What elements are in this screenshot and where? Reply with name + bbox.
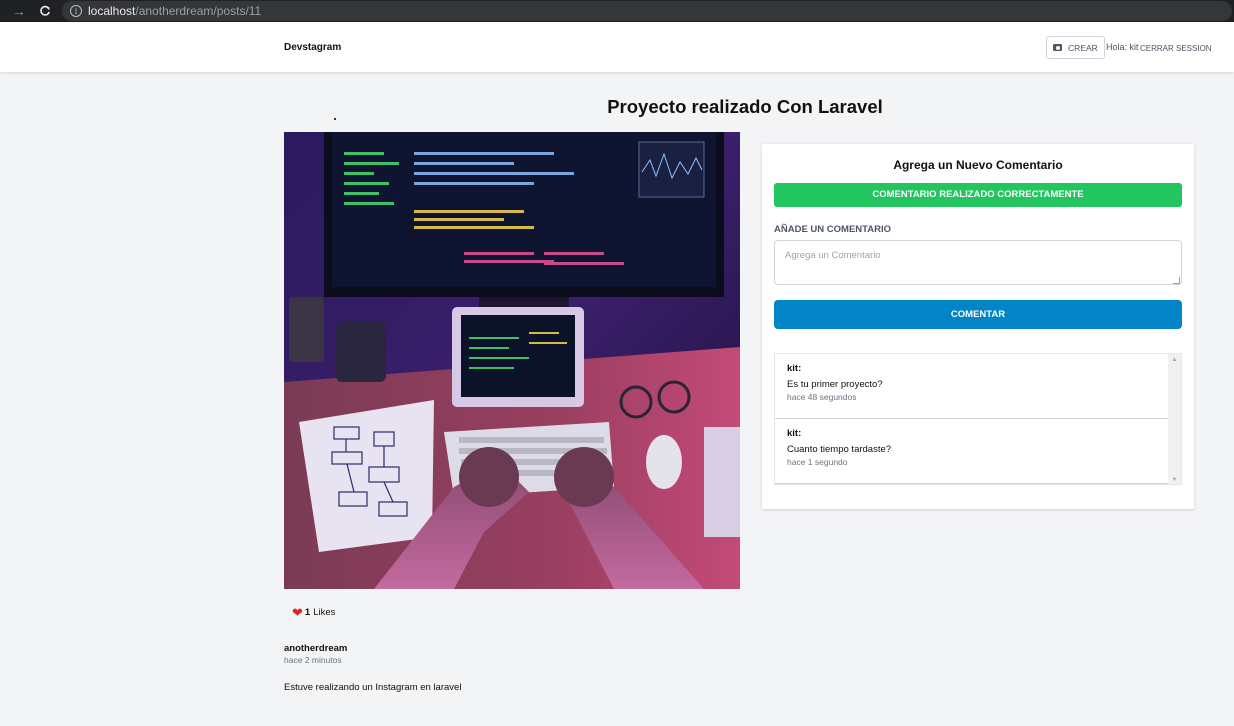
reload-icon[interactable]: [34, 0, 56, 22]
scroll-up-icon[interactable]: ▲: [1168, 354, 1181, 366]
post-image: [284, 132, 740, 589]
likes: ❤ 1 Likes: [292, 606, 335, 619]
post-description: Estuve realizando un Instagram en larave…: [284, 682, 462, 693]
comment-user[interactable]: kit:: [787, 363, 1157, 374]
brand-logo[interactable]: Devstagram: [284, 42, 341, 53]
comment-submit-button[interactable]: COMENTAR: [774, 300, 1182, 329]
url-path: /anotherdream/posts/11: [135, 4, 262, 18]
post-time: hace 2 minutos: [284, 655, 342, 665]
comment-time: hace 48 segundos: [787, 392, 857, 402]
likes-count: 1: [304, 607, 311, 618]
comments-scrollbar[interactable]: ▲ ▼: [1168, 354, 1181, 484]
user-greeting[interactable]: Hola: kit: [1106, 42, 1139, 52]
comment-user[interactable]: kit:: [787, 428, 1157, 439]
comment-item: kit: Cuanto tiempo tardaste? hace 1 segu…: [775, 419, 1169, 484]
comment-card: Agrega un Nuevo Comentario COMENTARIO RE…: [762, 144, 1194, 509]
camera-icon: [1053, 44, 1062, 51]
comment-item: kit: Es tu primer proyecto? hace 48 segu…: [775, 354, 1169, 419]
logout-button[interactable]: CERRAR SESSION: [1140, 44, 1212, 53]
scroll-down-icon[interactable]: ▼: [1168, 474, 1181, 484]
comment-time: hace 1 segundo: [787, 457, 848, 467]
stray-dot: [334, 118, 336, 120]
comment-text: Cuanto tiempo tardaste?: [787, 444, 892, 455]
comment-field-label: AÑADE UN COMENTARIO: [774, 224, 891, 235]
site-header: Devstagram CREAR Hola: kit CERRAR SESSIO…: [0, 22, 1234, 72]
comment-card-title: Agrega un Nuevo Comentario: [893, 158, 1063, 172]
comment-text: Es tu primer proyecto?: [787, 379, 883, 390]
likes-label: Likes: [313, 607, 336, 618]
create-post-button[interactable]: CREAR: [1046, 36, 1105, 59]
create-label: CREAR: [1068, 42, 1098, 53]
url-host: localhost: [88, 4, 136, 18]
back-arrow-icon[interactable]: →: [8, 0, 30, 22]
heart-icon[interactable]: ❤: [292, 606, 303, 619]
post-title: Proyecto realizado Con Laravel: [607, 96, 883, 117]
comments-list[interactable]: kit: Es tu primer proyecto? hace 48 segu…: [774, 353, 1182, 485]
reload-glyph: [40, 5, 50, 16]
post-author[interactable]: anotherdream: [284, 643, 347, 654]
post-photo: [284, 132, 740, 589]
site-info-icon[interactable]: i: [70, 5, 82, 17]
browser-toolbar: → i localhost/anotherdream/posts/11: [0, 0, 1234, 22]
resize-handle-icon[interactable]: [1173, 277, 1180, 284]
success-alert: COMENTARIO REALIZADO CORRECTAMENTE: [774, 183, 1182, 207]
comment-textarea[interactable]: [774, 240, 1182, 285]
address-bar[interactable]: i localhost/anotherdream/posts/11: [62, 1, 1232, 21]
